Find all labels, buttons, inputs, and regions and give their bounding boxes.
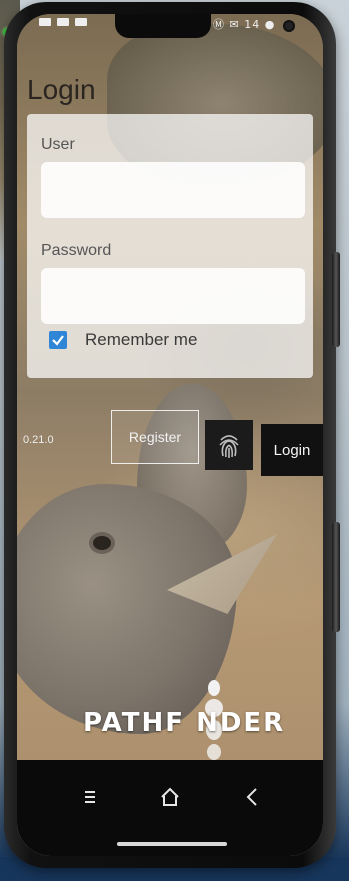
remember-me-label: Remember me bbox=[85, 330, 198, 349]
register-button[interactable]: Register bbox=[111, 410, 199, 464]
remember-me-row[interactable]: Remember me bbox=[49, 330, 197, 350]
camera-notch bbox=[115, 14, 293, 38]
phone-screen: Ⓜ ✉ 14 ● Login User Password Remember me… bbox=[17, 14, 323, 856]
status-icons-right: Ⓜ ✉ 14 ● bbox=[213, 18, 276, 31]
status-icons-left bbox=[39, 18, 87, 26]
phone-frame: Ⓜ ✉ 14 ● Login User Password Remember me… bbox=[4, 2, 340, 868]
page-title: Login bbox=[27, 74, 96, 105]
fingerprint-icon bbox=[219, 435, 239, 458]
back-button[interactable] bbox=[237, 782, 267, 812]
home-indicator[interactable] bbox=[117, 842, 227, 846]
recent-apps-button[interactable] bbox=[75, 782, 105, 812]
home-button[interactable] bbox=[155, 782, 185, 812]
status-icon bbox=[39, 18, 51, 26]
password-input[interactable] bbox=[41, 268, 305, 324]
brand-logo-text: PATHF NDER bbox=[83, 708, 286, 738]
user-label: User bbox=[41, 136, 75, 153]
volume-button bbox=[332, 252, 340, 347]
fingerprint-button[interactable] bbox=[205, 420, 253, 470]
recent-apps-icon bbox=[85, 791, 95, 803]
back-icon bbox=[246, 788, 257, 806]
login-button[interactable]: Login bbox=[261, 424, 323, 476]
front-camera bbox=[285, 22, 293, 30]
navigation-bar bbox=[17, 760, 323, 856]
status-bar: Ⓜ ✉ 14 ● bbox=[17, 14, 323, 38]
power-button bbox=[332, 522, 340, 632]
home-icon bbox=[161, 787, 179, 806]
password-label: Password bbox=[41, 242, 112, 259]
status-icon bbox=[57, 18, 69, 26]
rhino-eye-shape bbox=[93, 536, 111, 550]
login-form-card: User Password Remember me bbox=[27, 114, 313, 378]
user-input[interactable] bbox=[41, 162, 305, 218]
app-version: 0.21.0 bbox=[23, 434, 54, 446]
checkmark-icon bbox=[52, 335, 64, 346]
remember-me-checkbox[interactable] bbox=[49, 331, 67, 349]
status-icon bbox=[75, 18, 87, 26]
